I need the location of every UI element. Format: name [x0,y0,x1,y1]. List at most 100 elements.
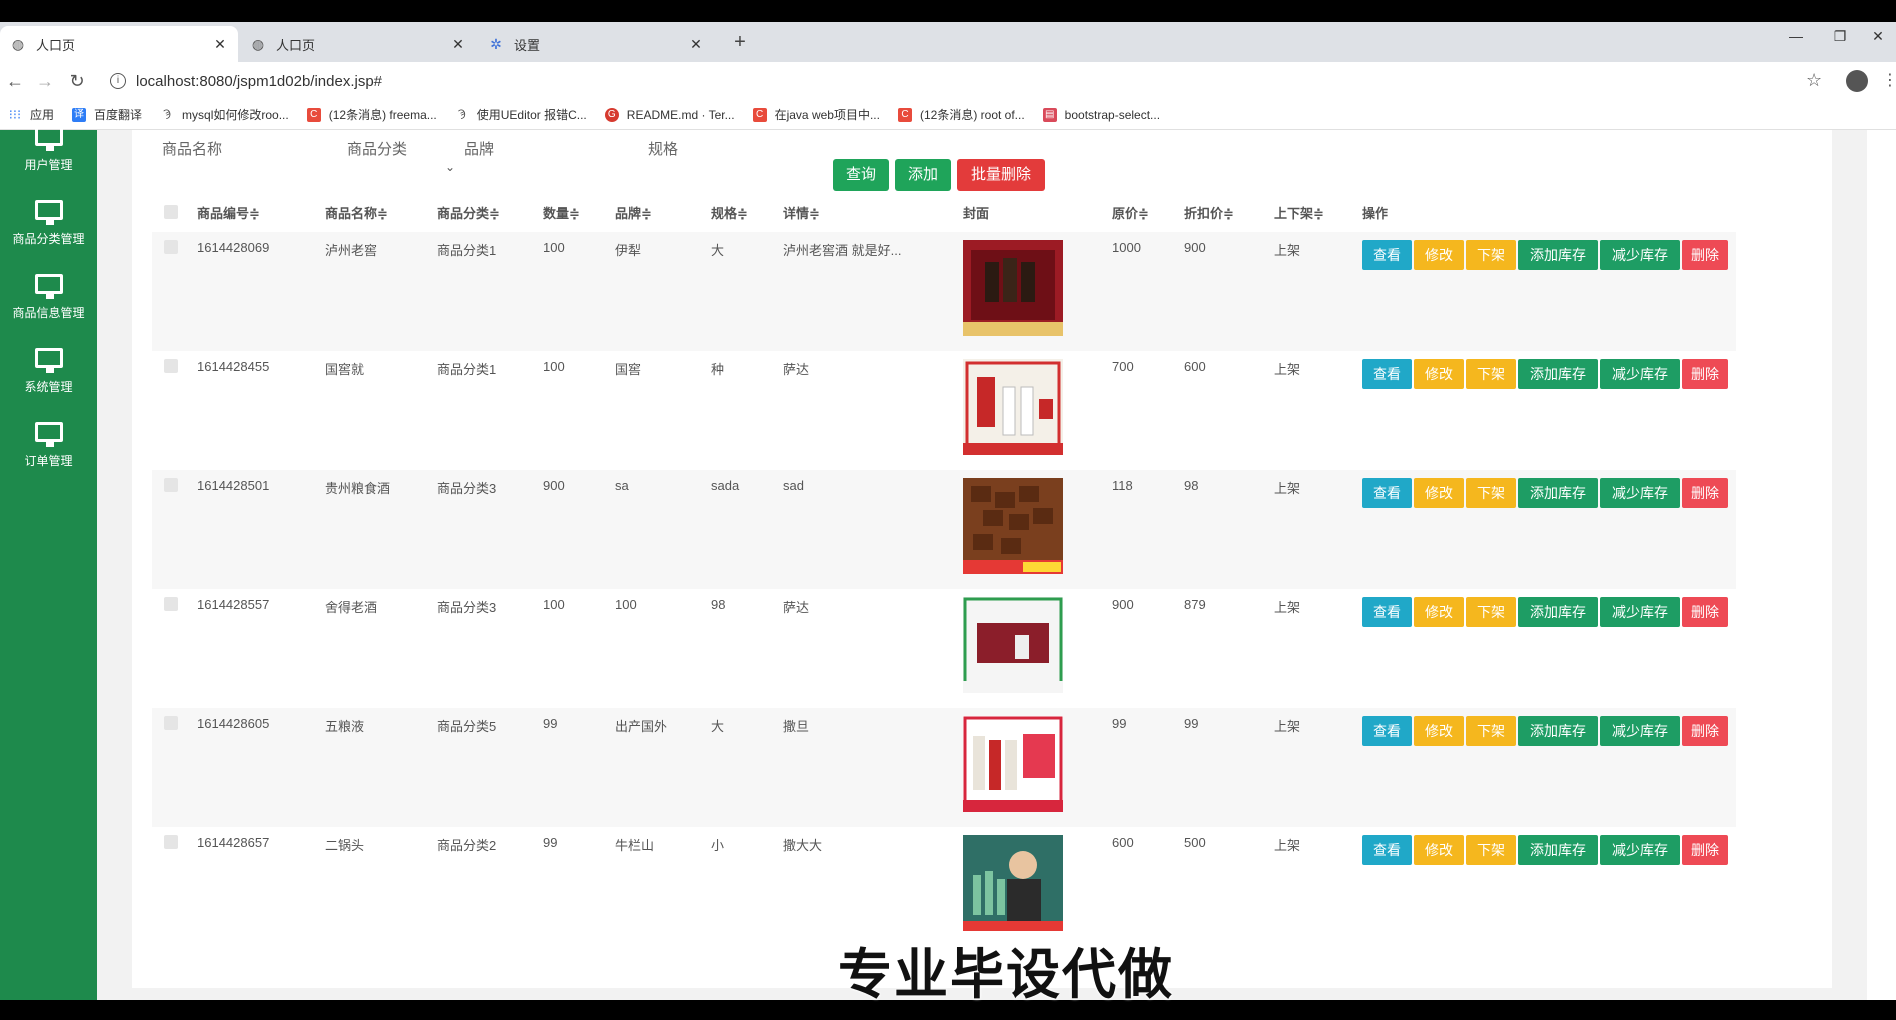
col-header[interactable]: 商品编号≑ [195,192,323,232]
col-header[interactable]: 商品名称≑ [323,192,435,232]
delete-button[interactable]: 删除 [1682,597,1728,627]
cell-qty: 99 [541,708,613,827]
view-button[interactable]: 查看 [1362,478,1412,508]
new-tab-button[interactable]: + [728,30,752,54]
sidebar-item-users[interactable]: 用户管理 [0,118,97,188]
minimize-button[interactable]: — [1774,22,1818,50]
row-checkbox[interactable] [164,597,178,611]
reduce-stock-button[interactable]: 减少库存 [1600,597,1680,627]
cell-id: 1614428069 [195,232,323,351]
delete-button[interactable]: 删除 [1682,835,1728,865]
view-button[interactable]: 查看 [1362,597,1412,627]
view-button[interactable]: 查看 [1362,240,1412,270]
reduce-stock-button[interactable]: 减少库存 [1600,478,1680,508]
bookmark-item[interactable]: C 在java web项目中... [752,106,880,123]
row-checkbox[interactable] [164,716,178,730]
add-button[interactable]: 添加 [895,159,951,191]
sidebar-item-orders[interactable]: 订单管理 [0,414,97,484]
add-stock-button[interactable]: 添加库存 [1518,359,1598,389]
delete-button[interactable]: 删除 [1682,478,1728,508]
col-header[interactable]: 商品分类≑ [435,192,541,232]
offshelf-button[interactable]: 下架 [1466,597,1516,627]
col-header[interactable]: 原价≑ [1110,192,1182,232]
view-button[interactable]: 查看 [1362,835,1412,865]
reduce-stock-button[interactable]: 减少库存 [1600,359,1680,389]
delete-button[interactable]: 删除 [1682,359,1728,389]
bookmark-item[interactable]: G README.md · Ter... [604,107,735,122]
offshelf-button[interactable]: 下架 [1466,359,1516,389]
add-stock-button[interactable]: 添加库存 [1518,240,1598,270]
cover-image [963,478,1063,574]
close-icon[interactable]: ✕ [450,36,466,53]
cell-discount: 99 [1182,708,1272,827]
add-stock-button[interactable]: 添加库存 [1518,716,1598,746]
reduce-stock-button[interactable]: 减少库存 [1600,240,1680,270]
row-checkbox[interactable] [164,240,178,254]
reload-icon[interactable]: ↻ [64,68,90,94]
col-header[interactable]: 数量≑ [541,192,613,232]
menu-kebab-icon[interactable]: ⋮ [1882,70,1896,90]
select-all-checkbox[interactable] [164,205,178,219]
add-stock-button[interactable]: 添加库存 [1518,478,1598,508]
reduce-stock-button[interactable]: 减少库存 [1600,835,1680,865]
delete-button[interactable]: 删除 [1682,716,1728,746]
col-header[interactable]: 品牌≑ [613,192,709,232]
cell-brand: 国窖 [615,362,642,377]
row-checkbox[interactable] [164,359,178,373]
cell-qty: 100 [543,359,565,374]
row-checkbox[interactable] [164,478,178,492]
view-button[interactable]: 查看 [1362,359,1412,389]
forward-icon[interactable]: → [32,68,58,94]
bookmark-label: 百度翻译 [94,108,143,122]
profile-avatar-icon[interactable] [1846,70,1868,92]
cell-status: 上架 [1274,362,1301,377]
close-window-button[interactable]: ✕ [1856,22,1896,50]
bookmark-item[interactable]: C (12条消息) root of... [897,106,1025,123]
offshelf-button[interactable]: 下架 [1466,835,1516,865]
cell-detail: 萨达 [783,600,810,615]
sidebar-item-category[interactable]: 商品分类管理 [0,192,97,262]
edit-button[interactable]: 修改 [1414,240,1464,270]
info-icon[interactable]: i [110,73,126,89]
query-button[interactable]: 查询 [833,159,889,191]
table-header-row: 商品编号≑ 商品名称≑ 商品分类≑ 数量≑ 品牌≑ 规格≑ 详情≑ 封面 原价≑… [152,192,1736,232]
edit-button[interactable]: 修改 [1414,716,1464,746]
col-header[interactable]: 上下架≑ [1272,192,1360,232]
edit-button[interactable]: 修改 [1414,597,1464,627]
cell-name: 贵州粮食酒 [323,470,435,589]
close-icon[interactable]: ✕ [688,36,704,53]
add-stock-button[interactable]: 添加库存 [1518,597,1598,627]
sidebar-item-product[interactable]: 商品信息管理 [0,266,97,336]
bookmark-item[interactable]: Ϡ mysql如何修改roo... [160,106,288,123]
add-stock-button[interactable]: 添加库存 [1518,835,1598,865]
col-header[interactable]: 折扣价≑ [1182,192,1272,232]
bookmark-item[interactable]: Ϡ 使用UEditor 报错C... [455,106,587,123]
view-button[interactable]: 查看 [1362,716,1412,746]
sidebar-item-label: 商品信息管理 [12,306,85,320]
bookmark-item[interactable]: ▤ bootstrap-select... [1042,107,1160,122]
batch-delete-button[interactable]: 批量删除 [957,159,1045,191]
offshelf-button[interactable]: 下架 [1466,240,1516,270]
back-icon[interactable]: ← [2,68,28,94]
close-icon[interactable]: ✕ [212,36,228,53]
col-header[interactable]: 详情≑ [781,192,961,232]
sidebar-item-system[interactable]: 系统管理 [0,340,97,410]
tab-home-1[interactable]: ◍ 人口页 ✕ [0,26,238,62]
cell-status: 上架 [1272,232,1360,351]
delete-button[interactable]: 删除 [1682,240,1728,270]
chevron-down-icon[interactable]: ⌄ [445,160,455,174]
offshelf-button[interactable]: 下架 [1466,716,1516,746]
edit-button[interactable]: 修改 [1414,835,1464,865]
offshelf-button[interactable]: 下架 [1466,478,1516,508]
edit-button[interactable]: 修改 [1414,478,1464,508]
edit-button[interactable]: 修改 [1414,359,1464,389]
globe-icon: ◍ [11,35,25,52]
tab-home-2[interactable]: ◍ 人口页 ✕ [240,26,476,62]
reduce-stock-button[interactable]: 减少库存 [1600,716,1680,746]
address-bar[interactable]: i localhost:8080/jspm1d02b/index.jsp# [100,66,1800,96]
row-checkbox[interactable] [164,835,178,849]
bookmark-item[interactable]: C (12条消息) freema... [306,106,437,123]
bookmark-star-icon[interactable]: ☆ [1806,70,1822,91]
col-header[interactable]: 规格≑ [709,192,781,232]
tab-settings[interactable]: ✲ 设置 ✕ [478,26,714,62]
